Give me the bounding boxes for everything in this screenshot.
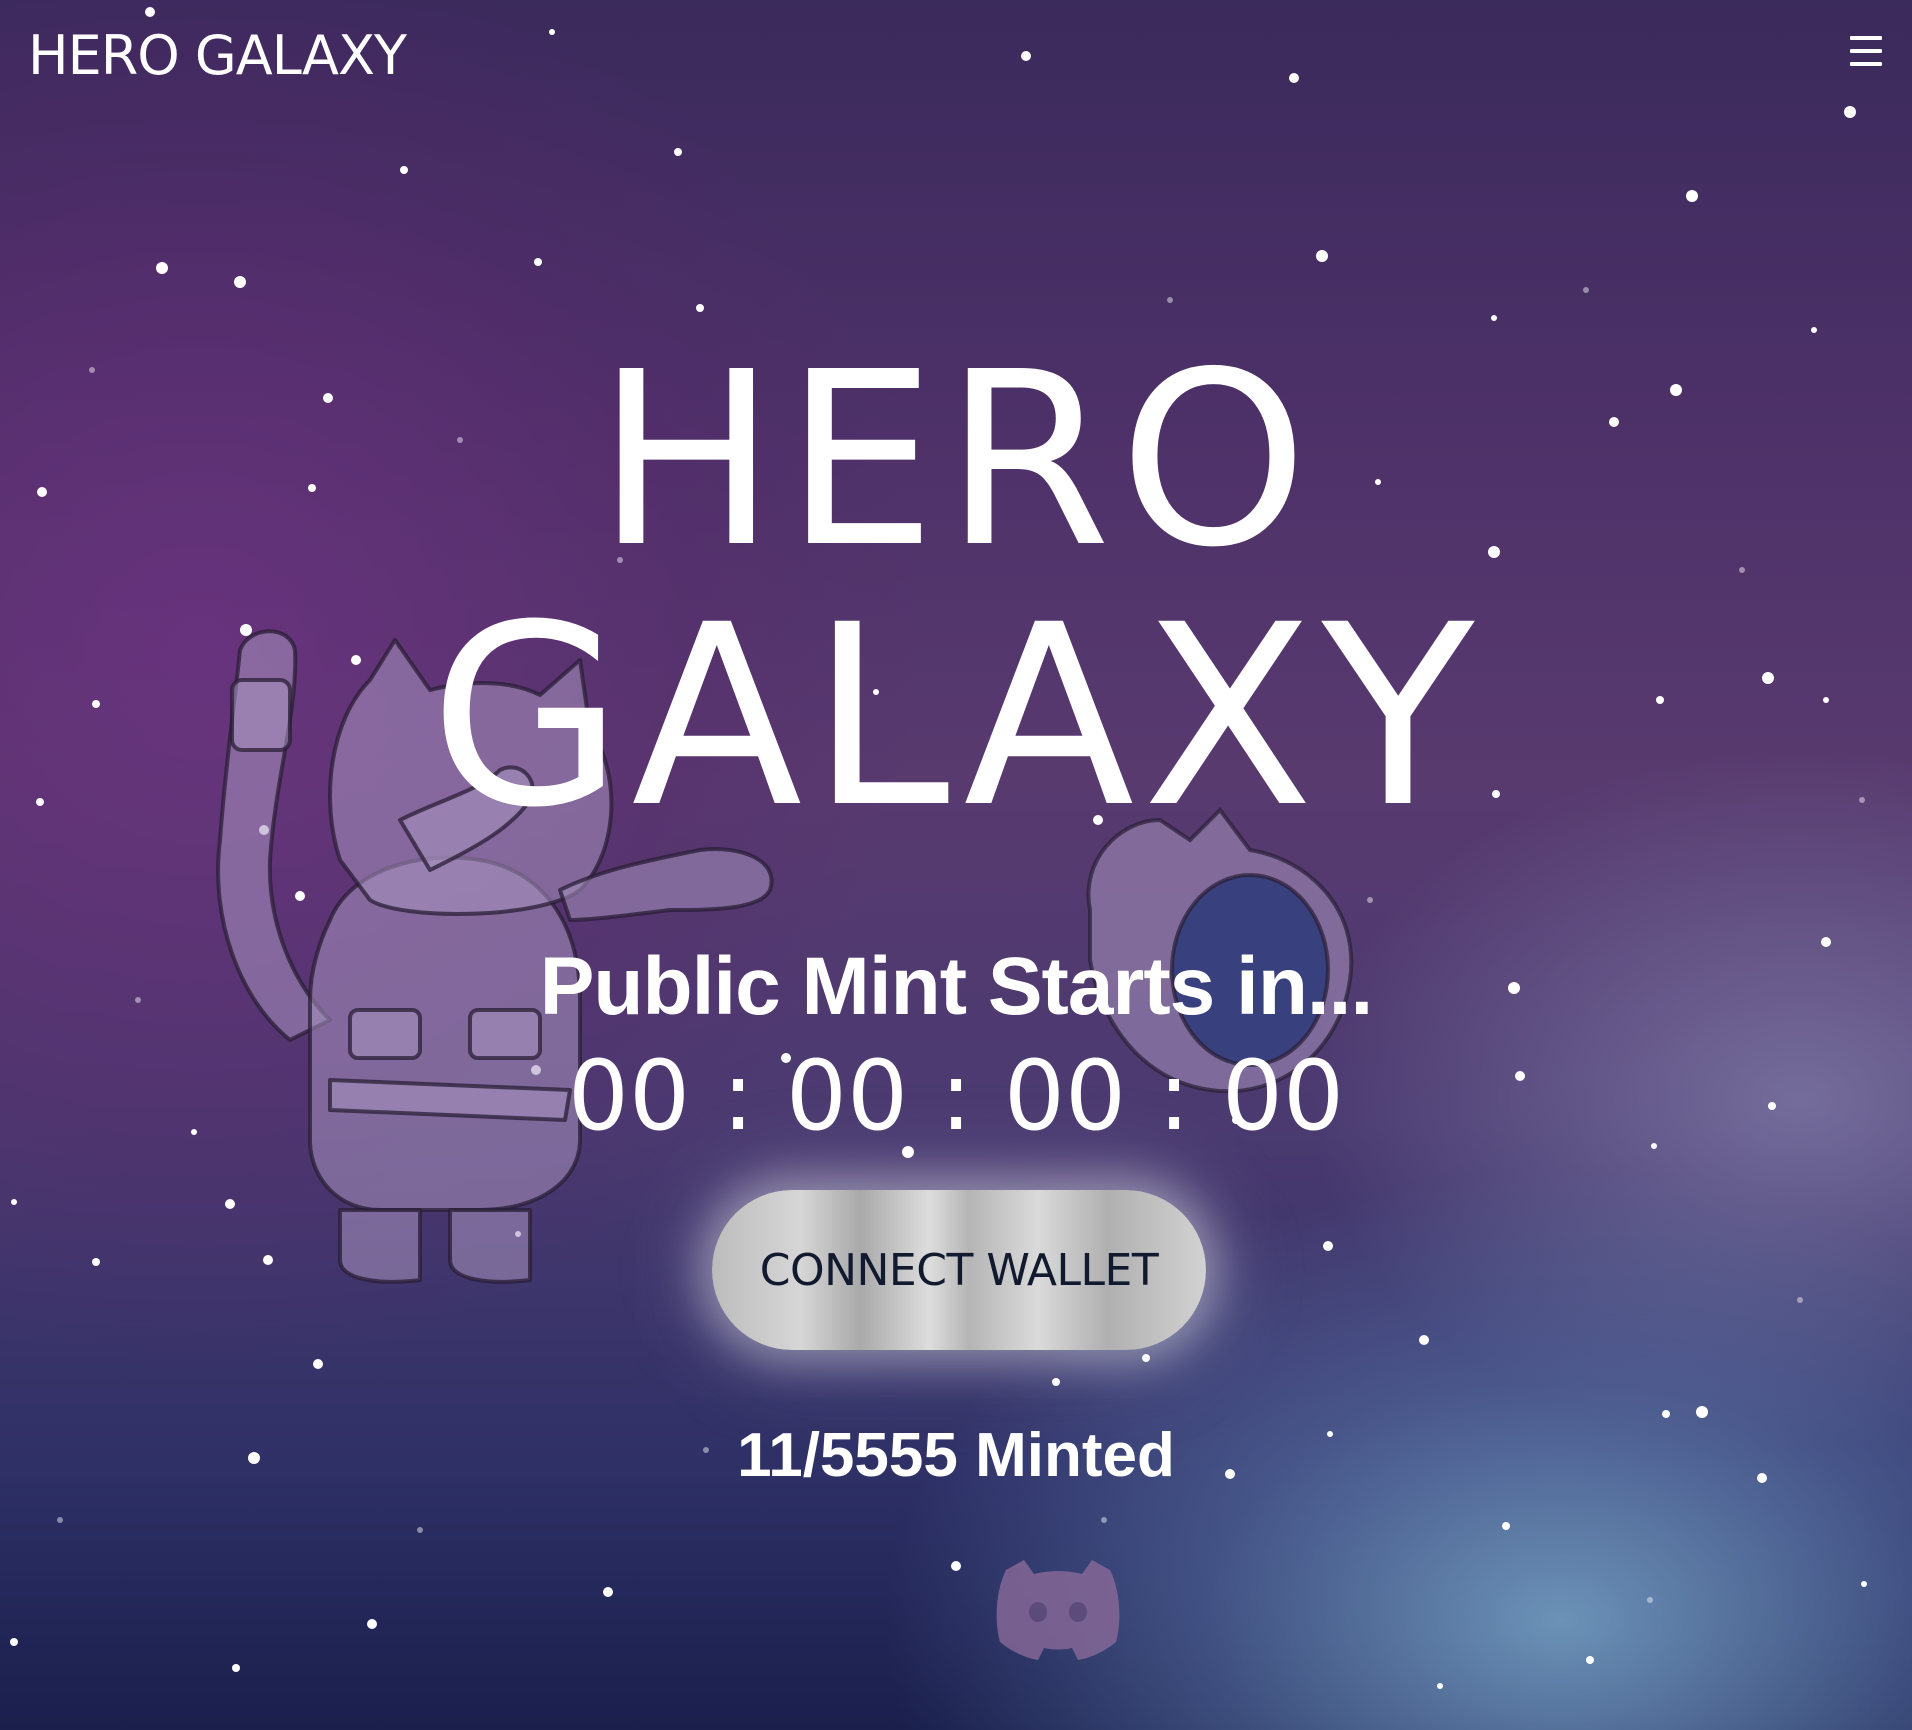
countdown-separator: : xyxy=(1157,1040,1191,1152)
countdown-days: 00 xyxy=(567,1040,691,1152)
connect-wallet-container: CONNECT WALLET xyxy=(712,1190,1206,1350)
countdown-separator: : xyxy=(721,1040,755,1152)
countdown-timer: 00 : 00 : 00 : 00 xyxy=(0,1040,1912,1152)
hero-title-line-1: HERO xyxy=(596,320,1316,600)
menu-line xyxy=(1850,62,1882,66)
discord-icon xyxy=(996,1560,1120,1660)
discord-link[interactable] xyxy=(994,1560,1122,1660)
countdown-seconds: 00 xyxy=(1221,1040,1345,1152)
hamburger-menu-icon[interactable] xyxy=(1850,36,1882,66)
countdown-hours: 00 xyxy=(785,1040,909,1152)
countdown-minutes: 00 xyxy=(1003,1040,1127,1152)
mint-countdown-heading: Public Mint Starts in... xyxy=(539,941,1374,1032)
hero-title-line-2: GALAXY xyxy=(429,571,1483,862)
brand-logo[interactable]: HERO GALAXY xyxy=(28,24,407,87)
connect-wallet-button[interactable]: CONNECT WALLET xyxy=(712,1190,1206,1350)
countdown-separator: : xyxy=(939,1040,973,1152)
minted-count: 11/5555 Minted xyxy=(737,1421,1175,1490)
top-navigation-bar: HERO GALAXY xyxy=(0,0,1912,110)
menu-line xyxy=(1850,49,1882,53)
menu-line xyxy=(1850,36,1882,40)
